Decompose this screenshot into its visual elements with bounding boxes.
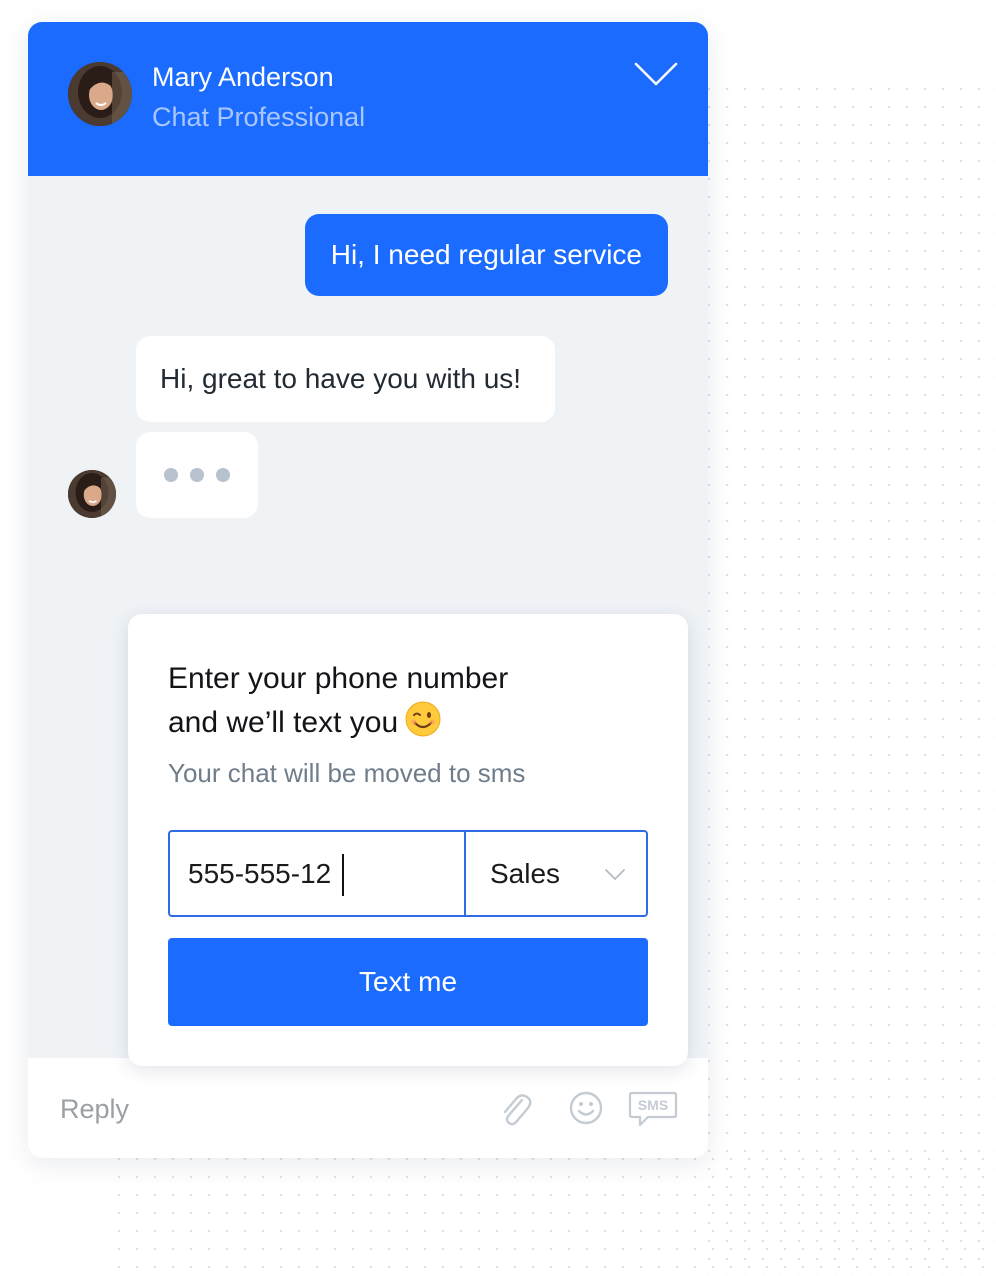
- typing-dot: [190, 468, 204, 482]
- phone-department-field-group: Sales: [168, 830, 648, 917]
- sms-card-title-line2: and we’ll text you: [168, 700, 648, 744]
- department-select[interactable]: Sales: [468, 832, 646, 915]
- sms-card-title: Enter your phone number and we’ll text y…: [168, 658, 648, 744]
- smiley-icon[interactable]: [568, 1090, 604, 1126]
- text-caret: [342, 854, 344, 896]
- typing-dot: [216, 468, 230, 482]
- sms-icon[interactable]: SMS: [628, 1090, 678, 1130]
- sms-card-subtitle: Your chat will be moved to sms: [168, 758, 526, 788]
- sms-icon-label: SMS: [638, 1097, 668, 1113]
- chevron-down-icon: [634, 62, 678, 86]
- agent-message-bubble: Hi, great to have you with us!: [136, 336, 556, 422]
- agent-role: Chat Professional: [152, 102, 366, 132]
- paperclip-icon[interactable]: [498, 1090, 534, 1130]
- chevron-down-icon: [605, 869, 625, 880]
- text-me-button[interactable]: Text me: [168, 938, 648, 1026]
- phone-number-input[interactable]: [170, 832, 466, 915]
- user-message-bubble: Hi, I need regular service: [304, 214, 668, 296]
- reply-bar: SMS: [28, 1058, 708, 1158]
- sms-card-title-line1: Enter your phone number: [168, 662, 509, 695]
- agent-name: Mary Anderson: [152, 62, 334, 92]
- chat-header: Mary Anderson Chat Professional: [28, 22, 708, 176]
- agent-avatar: [68, 62, 132, 126]
- sms-card-title-line2-text: and we’ll text you: [168, 706, 399, 739]
- typing-dot: [164, 468, 178, 482]
- department-select-value: Sales: [490, 858, 561, 889]
- winking-face-icon: [405, 701, 441, 737]
- reply-input[interactable]: [58, 1088, 442, 1130]
- agent-message-avatar: [68, 470, 116, 518]
- background-dot-pattern: [700, 80, 996, 1276]
- background-dot-pattern: [110, 1150, 996, 1276]
- collapse-chat-button[interactable]: [632, 60, 680, 90]
- typing-indicator: [136, 432, 258, 518]
- sms-optin-card: Enter your phone number and we’ll text y…: [128, 614, 688, 1066]
